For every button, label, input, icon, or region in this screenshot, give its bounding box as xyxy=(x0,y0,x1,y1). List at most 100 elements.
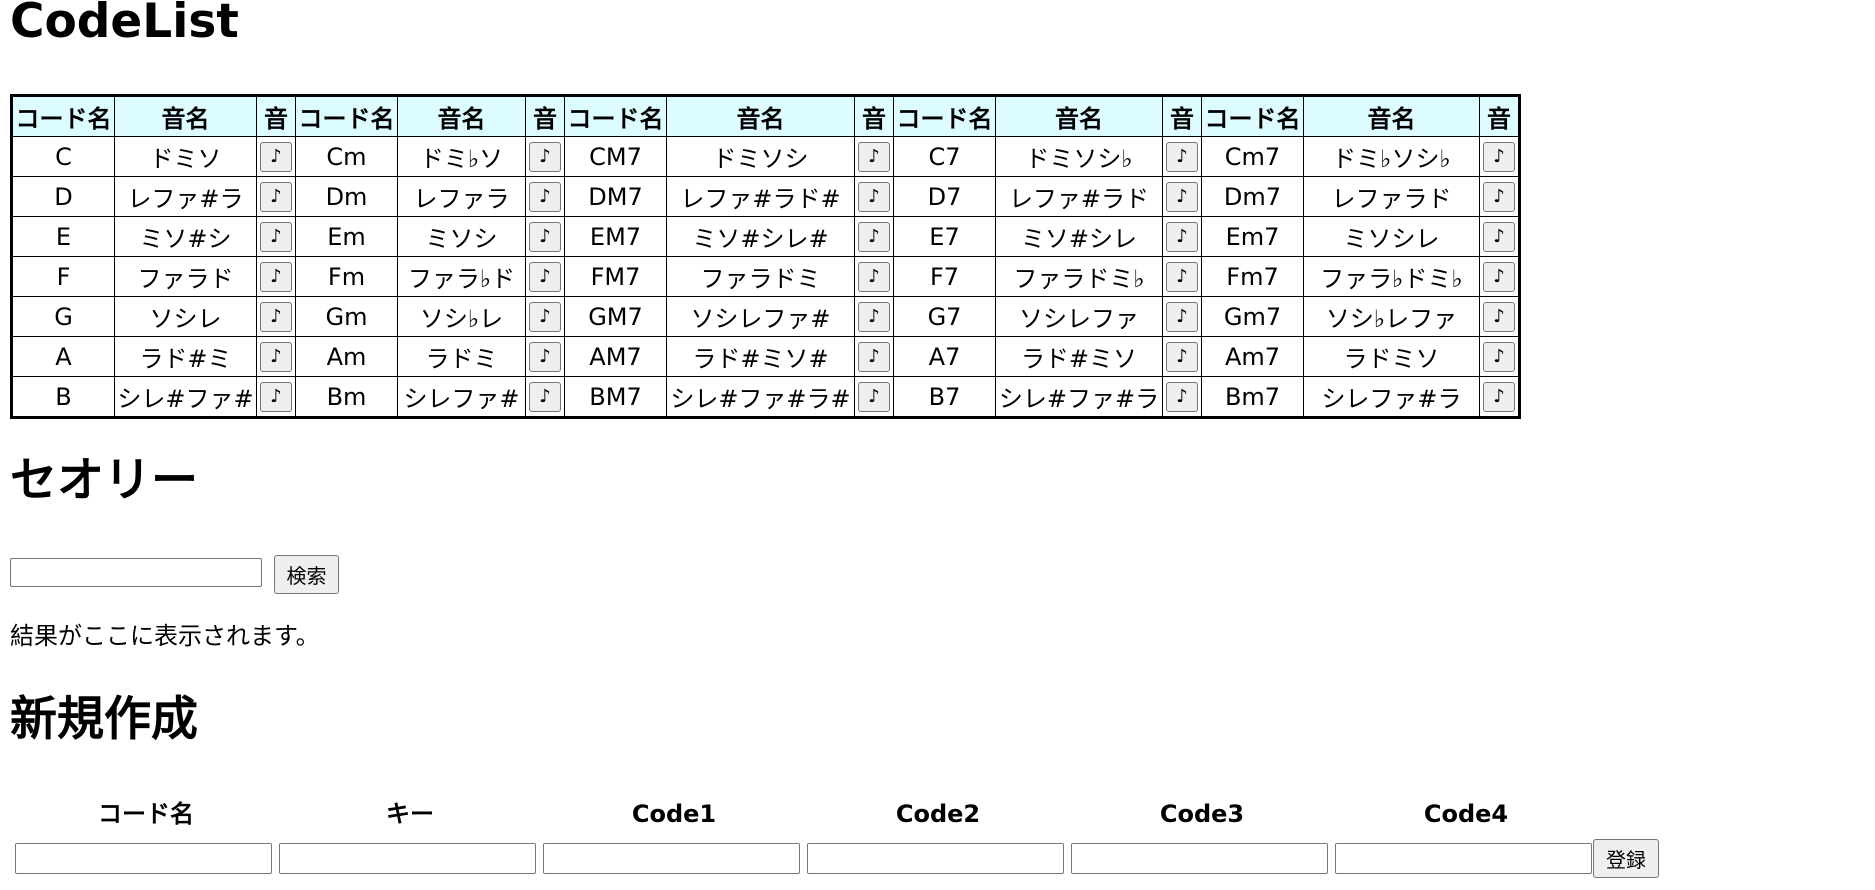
play-note-button[interactable]: ♪ xyxy=(1483,221,1515,252)
play-note-button[interactable]: ♪ xyxy=(1166,261,1198,292)
play-note-button[interactable]: ♪ xyxy=(1483,301,1515,332)
chord-notes-cell: ドミ♭ソシ♭ xyxy=(1303,136,1480,177)
search-input[interactable] xyxy=(10,558,262,587)
chord-name-cell: F7 xyxy=(893,256,996,297)
register-button[interactable]: 登録 xyxy=(1593,839,1659,878)
play-note-button[interactable]: ♪ xyxy=(529,221,561,252)
chord-notes-cell: ドミソシ xyxy=(666,136,855,177)
chord-notes-cell: ラド#ミ xyxy=(114,336,257,377)
table-row: D レファ#ラ ♪ Dm レファラ ♪ DM7 レファ#ラド# ♪ D7 レファ#ラド ♪ Dm7 レファ… xyxy=(11,176,1520,217)
play-note-button[interactable]: ♪ xyxy=(1166,221,1198,252)
play-note-button[interactable]: ♪ xyxy=(1483,341,1515,372)
play-note-button[interactable]: ♪ xyxy=(858,261,890,292)
play-cell: ♪ xyxy=(1162,216,1202,257)
chord-notes-cell: ファラド xyxy=(114,256,257,297)
play-cell: ♪ xyxy=(256,176,296,217)
play-cell: ♪ xyxy=(1162,336,1202,377)
chord-notes-cell: シレファ#ラ xyxy=(1303,376,1480,418)
play-note-button[interactable]: ♪ xyxy=(858,221,890,252)
chord-name-cell: E xyxy=(11,216,115,257)
chord-name-cell: G7 xyxy=(893,296,996,337)
play-note-button[interactable]: ♪ xyxy=(260,301,292,332)
table-row: G ソシレ ♪ Gm ソシ♭レ ♪ GM7 ソシレファ# ♪ G7 ソシレファ ♪ Gm7 ソシ♭レファ ♪ xyxy=(11,296,1520,337)
play-cell: ♪ xyxy=(1479,136,1520,177)
chord-notes-cell: ドミ♭ソ xyxy=(397,136,526,177)
play-note-button[interactable]: ♪ xyxy=(529,381,561,412)
play-cell: ♪ xyxy=(1162,176,1202,217)
play-note-button[interactable]: ♪ xyxy=(858,181,890,212)
chord-name-cell: C7 xyxy=(893,136,996,177)
label-code1: Code1 xyxy=(631,800,717,828)
chord-notes-cell: シレ#ファ# xyxy=(114,376,257,418)
chord-name-cell: AM7 xyxy=(564,336,667,377)
chord-name-cell: Cm7 xyxy=(1201,136,1304,177)
label-code3: Code3 xyxy=(1159,800,1245,828)
play-note-button[interactable]: ♪ xyxy=(529,181,561,212)
label-key: キー xyxy=(386,800,434,828)
chord-name-cell: CM7 xyxy=(564,136,667,177)
header-chord-name: コード名 xyxy=(11,95,115,137)
play-note-button[interactable]: ♪ xyxy=(1483,381,1515,412)
play-note-button[interactable]: ♪ xyxy=(858,381,890,412)
table-row: A ラド#ミ ♪ Am ラドミ ♪ AM7 ラド#ミソ# ♪ A7 ラド#ミソ ♪ Am7 ラドミソ ♪ xyxy=(11,336,1520,377)
play-note-button[interactable]: ♪ xyxy=(529,301,561,332)
play-note-button[interactable]: ♪ xyxy=(1166,341,1198,372)
play-note-button[interactable]: ♪ xyxy=(529,341,561,372)
code2-input[interactable] xyxy=(807,843,1064,874)
play-cell: ♪ xyxy=(1479,256,1520,297)
play-note-button[interactable]: ♪ xyxy=(529,141,561,172)
play-note-button[interactable]: ♪ xyxy=(260,221,292,252)
header-notes: 音名 xyxy=(995,95,1163,137)
table-row: B シレ#ファ# ♪ Bm シレファ# ♪ BM7 シレ#ファ#ラ# ♪ B7 シレ#ファ#ラ ♪ Bm… xyxy=(11,376,1520,418)
table-body: C ドミソ ♪ Cm ドミ♭ソ ♪ CM7 ドミソシ ♪ C7 ドミソシ♭ ♪ Cm7 ドミ♭ソシ♭ ♪ D レ… xyxy=(11,136,1520,418)
chord-notes-cell: ファラドミ xyxy=(666,256,855,297)
chord-notes-cell: ファラ♭ドミ♭ xyxy=(1303,256,1480,297)
play-cell: ♪ xyxy=(854,296,894,337)
play-cell: ♪ xyxy=(854,376,894,418)
play-cell: ♪ xyxy=(1162,376,1202,418)
play-cell: ♪ xyxy=(256,376,296,418)
play-note-button[interactable]: ♪ xyxy=(1166,181,1198,212)
chord-name-cell: Bm xyxy=(295,376,398,418)
play-note-button[interactable]: ♪ xyxy=(858,301,890,332)
chord-notes-cell: レファ#ラ xyxy=(114,176,257,217)
label-code4: Code4 xyxy=(1423,800,1509,828)
play-note-button[interactable]: ♪ xyxy=(260,141,292,172)
chord-name-cell: Bm7 xyxy=(1201,376,1304,418)
play-note-button[interactable]: ♪ xyxy=(260,261,292,292)
play-cell: ♪ xyxy=(256,136,296,177)
chord-notes-cell: レファラド xyxy=(1303,176,1480,217)
play-note-button[interactable]: ♪ xyxy=(858,341,890,372)
header-sound: 音 xyxy=(854,95,894,137)
play-cell: ♪ xyxy=(256,296,296,337)
chord-name-cell: E7 xyxy=(893,216,996,257)
chord-name-cell: D7 xyxy=(893,176,996,217)
play-note-button[interactable]: ♪ xyxy=(260,181,292,212)
code1-input[interactable] xyxy=(543,843,800,874)
chord-notes-cell: ラドミソ xyxy=(1303,336,1480,377)
header-chord-name: コード名 xyxy=(295,95,398,137)
chord-notes-cell: ミソ#シレ xyxy=(995,216,1163,257)
chord-notes-cell: シレファ# xyxy=(397,376,526,418)
chord-notes-cell: シレ#ファ#ラ# xyxy=(666,376,855,418)
chord-notes-cell: レファ#ラド xyxy=(995,176,1163,217)
page-title: CodeList xyxy=(10,0,239,49)
play-note-button[interactable]: ♪ xyxy=(1166,381,1198,412)
search-button[interactable]: 検索 xyxy=(274,555,339,594)
code4-input[interactable] xyxy=(1335,843,1592,874)
play-note-button[interactable]: ♪ xyxy=(1483,181,1515,212)
play-note-button[interactable]: ♪ xyxy=(858,141,890,172)
play-note-button[interactable]: ♪ xyxy=(260,341,292,372)
chord-name-cell: GM7 xyxy=(564,296,667,337)
play-cell: ♪ xyxy=(854,336,894,377)
code3-input[interactable] xyxy=(1071,843,1328,874)
play-note-button[interactable]: ♪ xyxy=(260,381,292,412)
key-input[interactable] xyxy=(279,843,536,874)
play-note-button[interactable]: ♪ xyxy=(1483,141,1515,172)
chord-name-input[interactable] xyxy=(15,843,272,874)
play-note-button[interactable]: ♪ xyxy=(529,261,561,292)
play-note-button[interactable]: ♪ xyxy=(1483,261,1515,292)
chord-notes-cell: ソシレファ# xyxy=(666,296,855,337)
play-note-button[interactable]: ♪ xyxy=(1166,301,1198,332)
play-note-button[interactable]: ♪ xyxy=(1166,141,1198,172)
